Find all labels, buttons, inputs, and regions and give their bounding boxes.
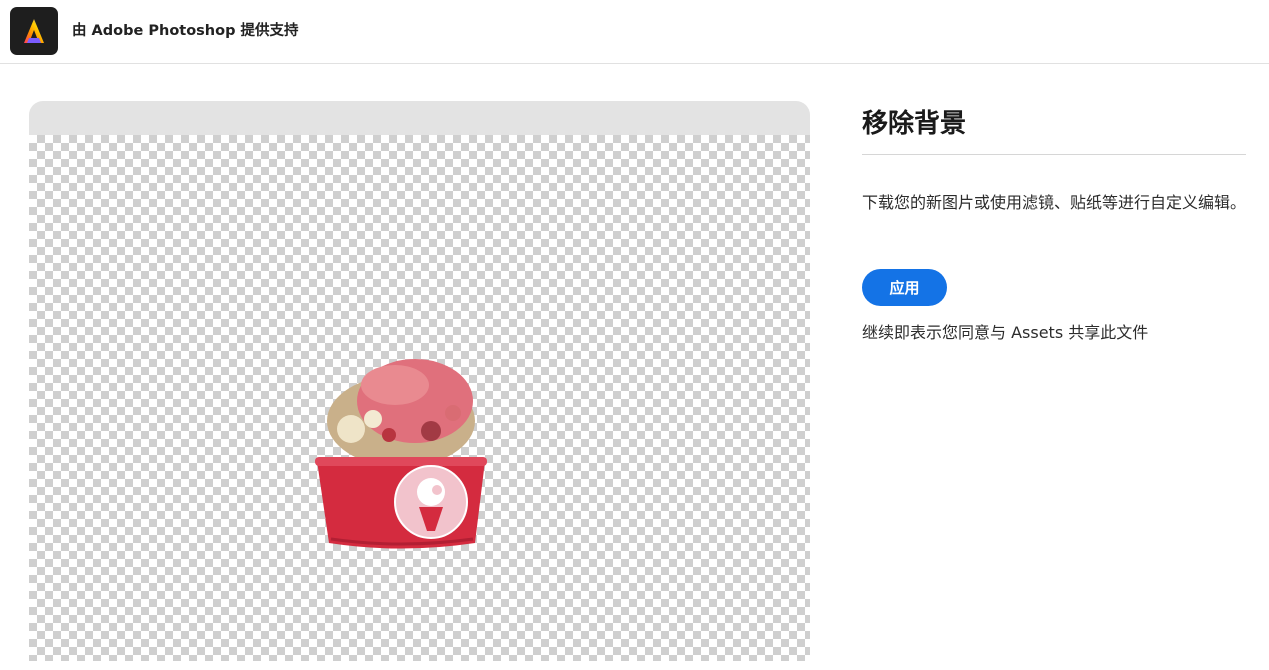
- divider: [862, 154, 1246, 155]
- consent-text: 继续即表示您同意与 Assets 共享此文件: [862, 323, 1149, 342]
- top-header: 由 Adobe Photoshop 提供支持: [0, 0, 1269, 64]
- panel-description: 下载您的新图片或使用滤镜、贴纸等进行自定义编辑。: [862, 193, 1247, 212]
- adobe-express-logo-icon[interactable]: [10, 7, 58, 55]
- image-preview: [29, 101, 810, 661]
- preview-toolbar: [29, 101, 810, 135]
- apply-button[interactable]: 应用: [862, 269, 947, 306]
- powered-by-text: 由 Adobe Photoshop 提供支持: [72, 23, 299, 39]
- panel-title: 移除背景: [862, 109, 967, 139]
- ice-cream-cup-image: [311, 349, 491, 554]
